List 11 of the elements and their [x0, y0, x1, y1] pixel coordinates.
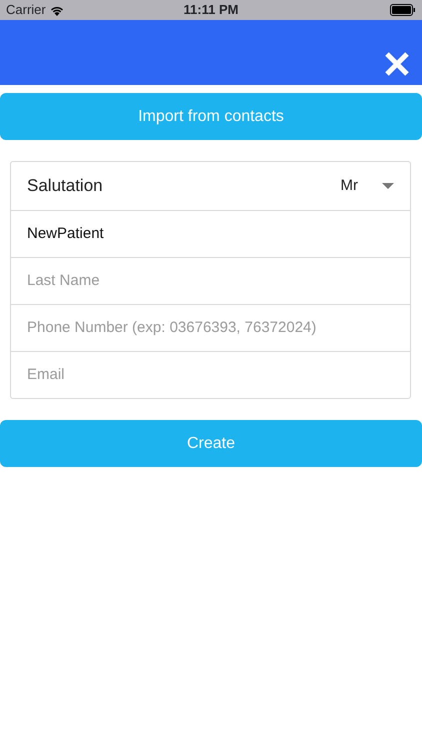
status-time: 11:11 PM — [184, 1, 238, 20]
text-field[interactable]: Phone Number (exp: 03676393, 76372024) — [27, 316, 394, 340]
text-field[interactable]: Email — [27, 364, 394, 386]
battery-icon — [390, 4, 416, 16]
text-field[interactable]: Last Name — [27, 270, 394, 292]
text-field[interactable]: NewPatient — [27, 222, 394, 246]
salutation-select[interactable]: Salutation Mr — [11, 162, 410, 210]
carrier-label: Carrier — [6, 1, 46, 20]
close-icon[interactable] — [384, 51, 410, 77]
wifi-icon — [50, 4, 64, 16]
caret-icon — [382, 182, 394, 190]
